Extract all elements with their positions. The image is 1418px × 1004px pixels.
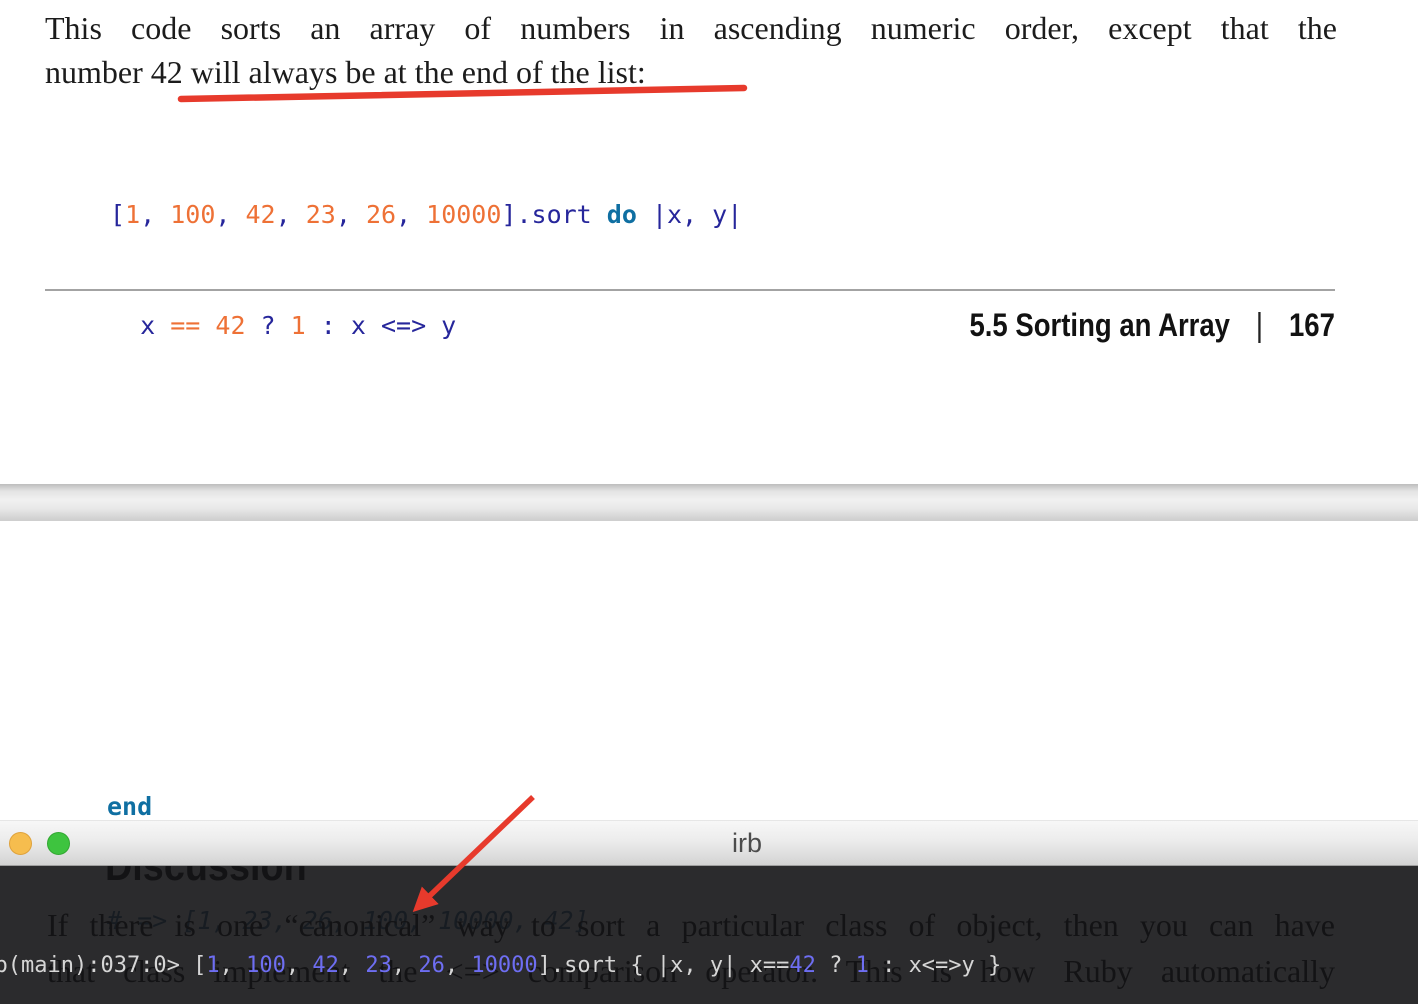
terminal-content[interactable]: Discussion If there is one “canonical” w…: [0, 866, 1418, 1004]
code-line-sort-do: [1, 100, 42, 23, 26, 10000].sort do |x, …: [110, 196, 742, 233]
page-footer: 5.5 Sorting an Array | 167: [45, 306, 1335, 344]
paragraph-line-2: number 42 will always be at the end of t…: [45, 50, 1337, 94]
footer-separator: |: [1256, 306, 1263, 343]
screen: This code sorts an array of numbers in a…: [0, 0, 1418, 1004]
footer-divider: [45, 289, 1335, 291]
terminal-titlebar[interactable]: irb: [0, 820, 1418, 866]
book-paragraph: This code sorts an array of numbers in a…: [45, 6, 1337, 94]
terminal-title: irb: [0, 828, 1418, 859]
paragraph-line-1: This code sorts an array of numbers in a…: [45, 6, 1337, 50]
footer-section-title: 5.5 Sorting an Array: [970, 307, 1230, 343]
pdf-page-gap: [0, 484, 1418, 521]
terminal-lines: irb(main):037:0> [1, 100, 42, 23, 26, 10…: [0, 866, 1418, 1004]
footer-page-number: 167: [1289, 307, 1335, 343]
code-example-top: [1, 100, 42, 23, 26, 10000].sort do |x, …: [110, 122, 742, 418]
terminal-prompt-037: irb(main):037:0> [1, 100, 42, 23, 26, 10…: [0, 942, 1418, 980]
terminal-window: irb Discussion If there is one “canonica…: [0, 820, 1418, 1004]
